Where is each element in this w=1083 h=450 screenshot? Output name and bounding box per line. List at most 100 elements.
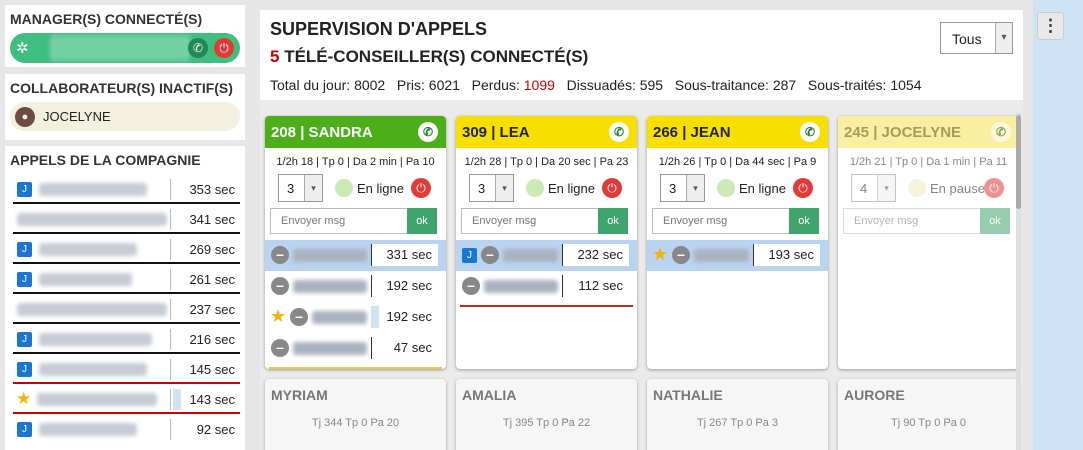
caller-name-redacted [503,249,558,262]
power-icon[interactable]: ⏻ [793,178,813,198]
phone-app-icon: J [17,422,32,437]
company-call-duration: 237 sec [189,302,235,317]
message-input[interactable]: Envoyer msg [652,208,790,234]
stat-pris: 6021 [428,77,460,93]
agent-card-header: 309 | LEA ✆ [456,116,637,148]
agent-card-title: 245 | JOCELYNE [844,124,962,141]
remove-icon[interactable]: – [271,277,289,295]
chevron-down-icon: ▾ [304,175,322,201]
agent-stats: 1/2h 28 | Tp 0 | Da 20 sec | Pa 23 [464,156,629,168]
power-icon[interactable]: ⏻ [602,178,622,198]
offline-agent-card[interactable]: MYRIAM Tj 344 Tp 0 Pa 20 [265,379,446,450]
remove-icon[interactable]: – [271,246,289,264]
message-input[interactable]: Envoyer msg [270,208,408,234]
more-options-icon[interactable]: ⋮ [1037,12,1064,40]
stat-total-label: Total du jour: [270,77,351,93]
company-call-row[interactable]: 341 sec [5,204,245,234]
company-call-duration: 353 sec [189,182,235,197]
caller-name-redacted [39,423,137,436]
agent-call-row[interactable]: – 112 sec [456,271,637,302]
agent-call-row[interactable]: – 192 sec [265,271,446,302]
power-icon[interactable]: ⏻ [411,178,431,198]
company-call-row[interactable]: 237 sec [5,294,245,324]
stat-pris-label: Pris: [396,77,425,93]
level-value: 4 [860,181,868,196]
remove-icon[interactable]: – [290,308,308,326]
send-message-button[interactable]: ok [980,208,1010,234]
scrollbar-thumb[interactable] [1016,115,1021,209]
phone-icon[interactable]: ✆ [188,38,208,58]
company-call-caller: ★ [13,389,171,410]
scrollbar[interactable] [1016,113,1021,450]
company-call-duration: 269 sec [189,242,235,257]
chevron-down-icon: ▾ [877,175,895,201]
power-icon[interactable]: ⏻ [214,38,234,58]
level-select[interactable]: 3 ▾ [469,174,514,202]
offline-agent-card[interactable]: AMALIA Tj 395 Tp 0 Pa 22 [456,379,637,450]
company-call-row[interactable]: J 261 sec [5,264,245,294]
agent-call-row[interactable]: ★ – 193 sec [647,240,828,271]
message-box: Envoyer msg ok [838,208,1019,235]
remove-icon[interactable]: – [271,339,289,357]
caller-name-redacted [39,273,132,286]
offline-agent-card[interactable]: AURORE Tj 90 Tp 0 Pa 0 [838,379,1019,450]
phone-icon[interactable]: ✆ [609,122,629,142]
star-icon: ★ [270,306,287,326]
message-box: Envoyer msg ok [265,208,446,235]
company-call-duration: 341 sec [189,212,235,227]
offline-agent-name: MYRIAM [271,387,328,403]
remove-icon[interactable]: – [672,246,690,264]
card-underline [269,367,442,369]
call-duration: 112 sec [562,275,629,297]
phone-icon[interactable]: ✆ [418,122,438,142]
agent-calls-list: –331 sec –192 sec ★ –192 sec –47 sec [265,240,446,364]
stat-perdus: 1099 [523,77,555,93]
inactive-user-item[interactable]: ● JOCELYNE [10,102,240,131]
phone-icon[interactable]: ✆ [800,122,820,142]
company-call-row[interactable]: J 353 sec [5,174,245,204]
caller-name-redacted [293,249,367,262]
agent-call-row[interactable]: – 47 sec [265,333,446,364]
send-message-button[interactable]: ok [407,208,437,234]
agent-call-row[interactable]: – 331 sec [265,240,446,271]
agent-call-row[interactable]: ★ – 192 sec [265,302,446,333]
agent-call-row[interactable]: J – 232 sec [456,240,637,271]
chevron-down-icon: ▾ [686,175,704,201]
agent-controls: 3 ▾ En ligne ⏻ [265,174,446,204]
manager-item[interactable]: ✲ ✆ ⏻ [10,33,240,63]
offline-agent-card[interactable]: NATHALIE Tj 267 Tp 0 Pa 3 [647,379,828,450]
send-message-button[interactable]: ok [598,208,628,234]
level-select[interactable]: 3 ▾ [278,174,323,202]
level-select[interactable]: 4 ▾ [851,174,896,202]
caller-name-redacted [17,213,167,226]
message-input[interactable]: Envoyer msg [461,208,599,234]
phone-icon[interactable]: ✆ [991,122,1011,142]
company-call-row[interactable]: J 145 sec [5,354,245,384]
user-icon: ● [15,107,35,127]
company-call-row[interactable]: ★ 143 sec [5,384,245,414]
manager-avatar-icon: ✲ [16,40,29,57]
send-message-button[interactable]: ok [789,208,819,234]
agent-card: 309 | LEA ✆ 1/2h 28 | Tp 0 | Da 20 sec | P… [456,116,637,369]
offline-agent-stats: Tj 395 Tp 0 Pa 22 [502,417,591,429]
managers-title: MANAGER(S) CONNECTÉ(S) [10,11,203,27]
connected-summary: 5 TÉLÉ-CONSEILLER(S) CONNECTÉ(S) [270,47,588,67]
agent-card: 266 | JEAN ✆ 1/2h 26 | Tp 0 | Da 44 sec | … [647,116,828,369]
power-icon[interactable]: ⏻ [984,178,1004,198]
level-select[interactable]: 3 ▾ [660,174,705,202]
company-call-caller: J [13,239,171,260]
company-call-row[interactable]: J 269 sec [5,234,245,264]
call-duration: 192 sec [371,275,438,297]
remove-icon[interactable]: – [481,246,499,264]
message-input[interactable]: Envoyer msg [843,208,981,234]
remove-icon[interactable]: – [462,277,480,295]
stat-perdus-label: Perdus: [471,77,520,93]
company-call-row[interactable]: J 216 sec [5,324,245,354]
company-call-row[interactable]: J 92 sec [5,414,245,444]
caller-name-redacted [39,183,147,196]
stat-dissuades-label: Dissuadés: [566,77,636,93]
main-panel: SUPERVISION D'APPELS 5 TÉLÉ-CONSEILLER(S… [260,10,1023,450]
agent-card-header: 245 | JOCELYNE ✆ [838,116,1019,148]
agent-card-header: 208 | SANDRA ✆ [265,116,446,148]
filter-select[interactable]: Tous ▾ [940,22,1013,54]
